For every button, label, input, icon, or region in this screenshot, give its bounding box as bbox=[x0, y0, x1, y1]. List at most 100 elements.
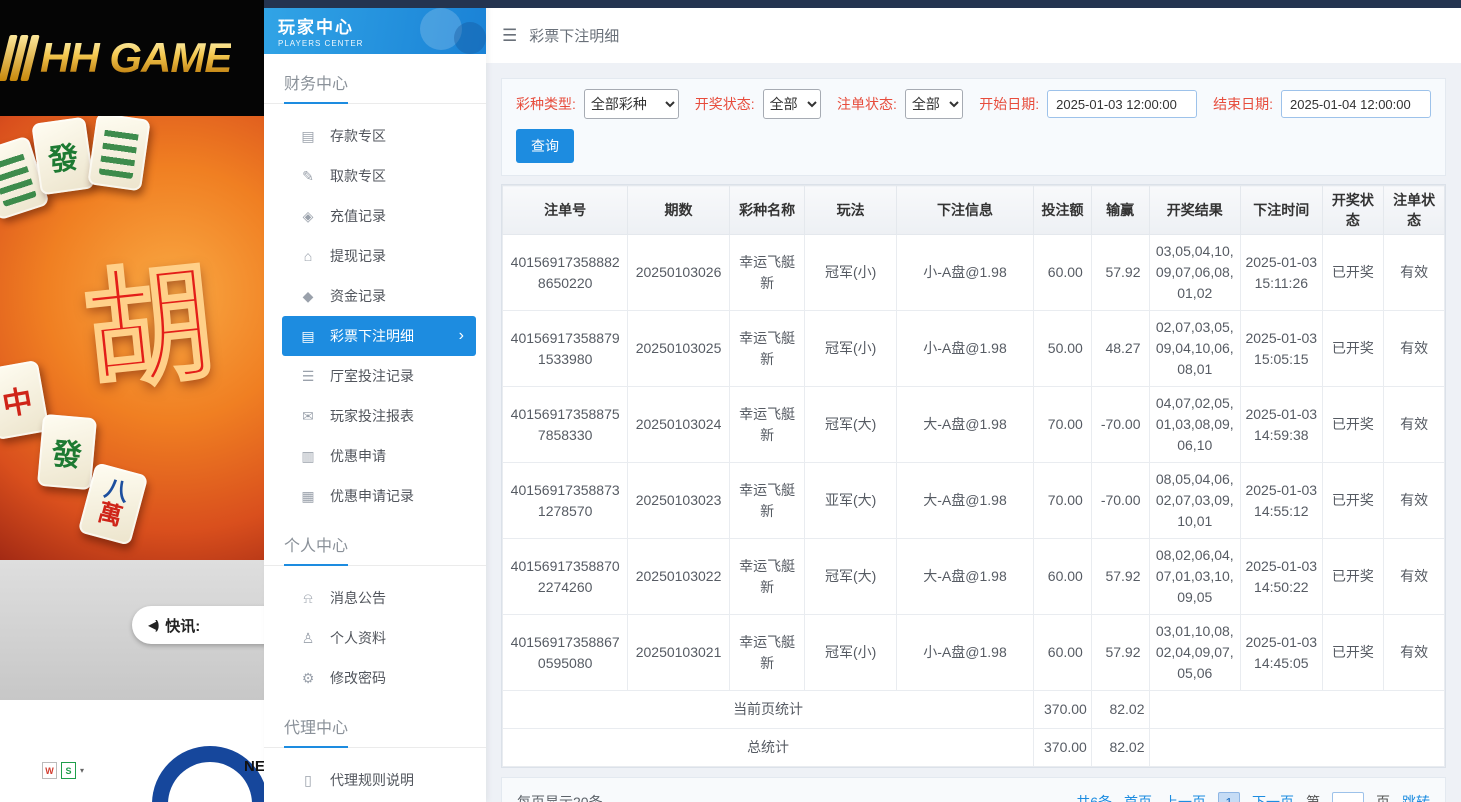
sidebar-section-title: 代理中心 bbox=[264, 698, 486, 748]
cell-draw-result: 04,07,02,05,01,03,08,09,06,10 bbox=[1149, 387, 1241, 463]
bet-status-select[interactable]: 全部 bbox=[905, 89, 963, 119]
sidebar-item-message[interactable]: ⍾消息公告 bbox=[264, 578, 486, 618]
cell-play-type: 亚军(大) bbox=[805, 463, 897, 539]
cell-draw-result: 02,07,03,05,09,04,10,06,08,01 bbox=[1149, 311, 1241, 387]
sidebar-item-promo-apply-records[interactable]: ▦优惠申请记录 bbox=[264, 476, 486, 516]
search-button[interactable]: 查询 bbox=[516, 129, 574, 163]
cell-period: 20250103022 bbox=[628, 539, 729, 615]
jump-suffix-text: 页 bbox=[1376, 792, 1390, 802]
main-area: ☰ 彩票下注明细 彩种类型: 全部彩种 开奖状态: 全部 注单状态: 全部 bbox=[486, 0, 1461, 802]
draw-status-select[interactable]: 全部 bbox=[763, 89, 821, 119]
cell-period: 20250103025 bbox=[628, 311, 729, 387]
cell-bet-time: 2025-01-03 14:55:12 bbox=[1241, 463, 1323, 539]
sidebar-item-profile[interactable]: ♙个人资料 bbox=[264, 618, 486, 658]
doc-icon[interactable]: W bbox=[42, 762, 57, 779]
cell-draw-result: 08,05,04,06,02,07,03,09,10,01 bbox=[1149, 463, 1241, 539]
mahjong-tile: 發 bbox=[31, 117, 94, 196]
bet-table: 注单号期数彩种名称玩法下注信息投注额输赢开奖结果下注时间开奖状态注单状态4015… bbox=[502, 185, 1445, 767]
hamburger-icon[interactable]: ☰ bbox=[502, 26, 517, 46]
cell-bet-amount: 60.00 bbox=[1034, 615, 1092, 691]
start-date-input[interactable] bbox=[1047, 90, 1197, 118]
cell-bet-time: 2025-01-03 14:45:05 bbox=[1241, 615, 1323, 691]
cell-bet-id: 401569173588828650220 bbox=[503, 235, 628, 311]
cell-period: 20250103024 bbox=[628, 387, 729, 463]
logo-text: HH GAME bbox=[40, 34, 231, 82]
column-header-lottery-name: 彩种名称 bbox=[729, 186, 805, 235]
sidebar-item-lottery-bet-details[interactable]: ▤彩票下注明细› bbox=[282, 316, 476, 356]
cell-lottery-name: 幸运飞艇新 bbox=[729, 463, 805, 539]
sidebar-item-promo-apply[interactable]: ▥优惠申请 bbox=[264, 436, 486, 476]
cell-bet-status: 有效 bbox=[1384, 539, 1445, 615]
caret-icon[interactable]: ▾ bbox=[80, 766, 84, 775]
sidebar-item-deposit[interactable]: ▤存款专区 bbox=[264, 116, 486, 156]
withdrawal-records-icon: ⌂ bbox=[300, 248, 316, 264]
sidebar-item-label: 提现记录 bbox=[330, 246, 386, 266]
cell-draw-status: 已开奖 bbox=[1322, 387, 1384, 463]
cell-lottery-name: 幸运飞艇新 bbox=[729, 539, 805, 615]
page-stats-row: 当前页统计370.0082.02 bbox=[503, 691, 1445, 729]
cell-bet-time: 2025-01-03 14:59:38 bbox=[1241, 387, 1323, 463]
player-bet-report-icon: ✉ bbox=[300, 408, 316, 425]
partner-text: NE bbox=[244, 758, 264, 775]
sidebar-item-agent-rules[interactable]: ▯代理规则说明 bbox=[264, 760, 486, 800]
sheet-icon[interactable]: S bbox=[61, 762, 76, 779]
cell-bet-id: 401569173588702274260 bbox=[503, 539, 628, 615]
content-area: 彩种类型: 全部彩种 开奖状态: 全部 注单状态: 全部 开始日期: 结束日期: bbox=[486, 63, 1461, 802]
bet-table-panel: 注单号期数彩种名称玩法下注信息投注额输赢开奖结果下注时间开奖状态注单状态4015… bbox=[501, 184, 1446, 768]
sidebar-item-label: 优惠申请记录 bbox=[330, 486, 414, 506]
app-root: HH GAME 胡 發中發八萬 ◀) 快讯: W S ▾ NE bbox=[0, 0, 1461, 802]
stats-label: 总统计 bbox=[503, 729, 1034, 767]
cell-bet-info: 大-A盘@1.98 bbox=[896, 387, 1033, 463]
end-date-label: 结束日期: bbox=[1213, 94, 1273, 114]
left-promo-panel: HH GAME 胡 發中發八萬 ◀) 快讯: W S ▾ NE bbox=[0, 0, 264, 802]
next-page-link[interactable]: 下一页 bbox=[1252, 792, 1294, 802]
column-header-bet-time: 下注时间 bbox=[1241, 186, 1323, 235]
end-date-input[interactable] bbox=[1281, 90, 1431, 118]
stats-bet-total: 370.00 bbox=[1034, 729, 1092, 767]
cell-period: 20250103021 bbox=[628, 615, 729, 691]
cell-win-loss: 48.27 bbox=[1091, 311, 1149, 387]
sidebar-item-label: 充值记录 bbox=[330, 206, 386, 226]
sidebar-item-recharge-records[interactable]: ◈充值记录 bbox=[264, 196, 486, 236]
cell-bet-amount: 50.00 bbox=[1034, 311, 1092, 387]
cell-draw-status: 已开奖 bbox=[1322, 311, 1384, 387]
lottery-type-select[interactable]: 全部彩种 bbox=[584, 89, 679, 119]
hall-bet-records-icon: ☰ bbox=[300, 368, 316, 385]
sidebar-item-hall-bet-records[interactable]: ☰厅室投注记录 bbox=[264, 356, 486, 396]
sidebar-item-password[interactable]: ⚙修改密码 bbox=[264, 658, 486, 698]
cell-draw-result: 08,02,06,04,07,01,03,10,09,05 bbox=[1149, 539, 1241, 615]
sidebar-item-withdrawal-records[interactable]: ⌂ 提现记录 bbox=[264, 236, 486, 276]
prev-page-link[interactable]: 上一页 bbox=[1164, 792, 1206, 802]
cell-bet-amount: 60.00 bbox=[1034, 539, 1092, 615]
players-center-subtitle: PLAYERS CENTER bbox=[278, 39, 486, 48]
page-jump-input[interactable] bbox=[1332, 792, 1364, 802]
profile-icon: ♙ bbox=[300, 630, 316, 647]
jump-button[interactable]: 跳转 bbox=[1402, 792, 1430, 802]
cell-draw-status: 已开奖 bbox=[1322, 539, 1384, 615]
column-header-period: 期数 bbox=[628, 186, 729, 235]
sidebar-item-withdraw[interactable]: ✎取款专区 bbox=[264, 156, 486, 196]
filter-row: 彩种类型: 全部彩种 开奖状态: 全部 注单状态: 全部 开始日期: 结束日期: bbox=[516, 89, 1431, 119]
page-title: 彩票下注明细 bbox=[529, 25, 619, 46]
chevron-right-icon: › bbox=[459, 327, 476, 345]
cell-bet-time: 2025-01-03 15:11:26 bbox=[1241, 235, 1323, 311]
sidebar-item-label: 修改密码 bbox=[330, 668, 386, 688]
cell-draw-result: 03,05,04,10,09,07,06,08,01,02 bbox=[1149, 235, 1241, 311]
deposit-icon: ▤ bbox=[300, 128, 316, 145]
column-header-bet-status: 注单状态 bbox=[1384, 186, 1445, 235]
funds-records-icon: ◆ bbox=[300, 288, 316, 305]
first-page-link[interactable]: 首页 bbox=[1124, 792, 1152, 802]
stats-label: 当前页统计 bbox=[503, 691, 1034, 729]
current-page-indicator[interactable]: 1 bbox=[1218, 792, 1240, 802]
sidebar-item-label: 取款专区 bbox=[330, 166, 386, 186]
news-ticker-strip: ◀) 快讯: bbox=[0, 560, 264, 700]
jump-prefix-text: 第 bbox=[1306, 792, 1320, 802]
cell-lottery-name: 幸运飞艇新 bbox=[729, 235, 805, 311]
sidebar-item-player-bet-report[interactable]: ✉玩家投注报表 bbox=[264, 396, 486, 436]
cell-lottery-name: 幸运飞艇新 bbox=[729, 387, 805, 463]
cell-play-type: 冠军(小) bbox=[805, 311, 897, 387]
mahjong-tile bbox=[87, 116, 150, 191]
promo-banner: 胡 發中發八萬 bbox=[0, 116, 264, 560]
sidebar-item-funds-records[interactable]: ◆资金记录 bbox=[264, 276, 486, 316]
cell-bet-status: 有效 bbox=[1384, 615, 1445, 691]
